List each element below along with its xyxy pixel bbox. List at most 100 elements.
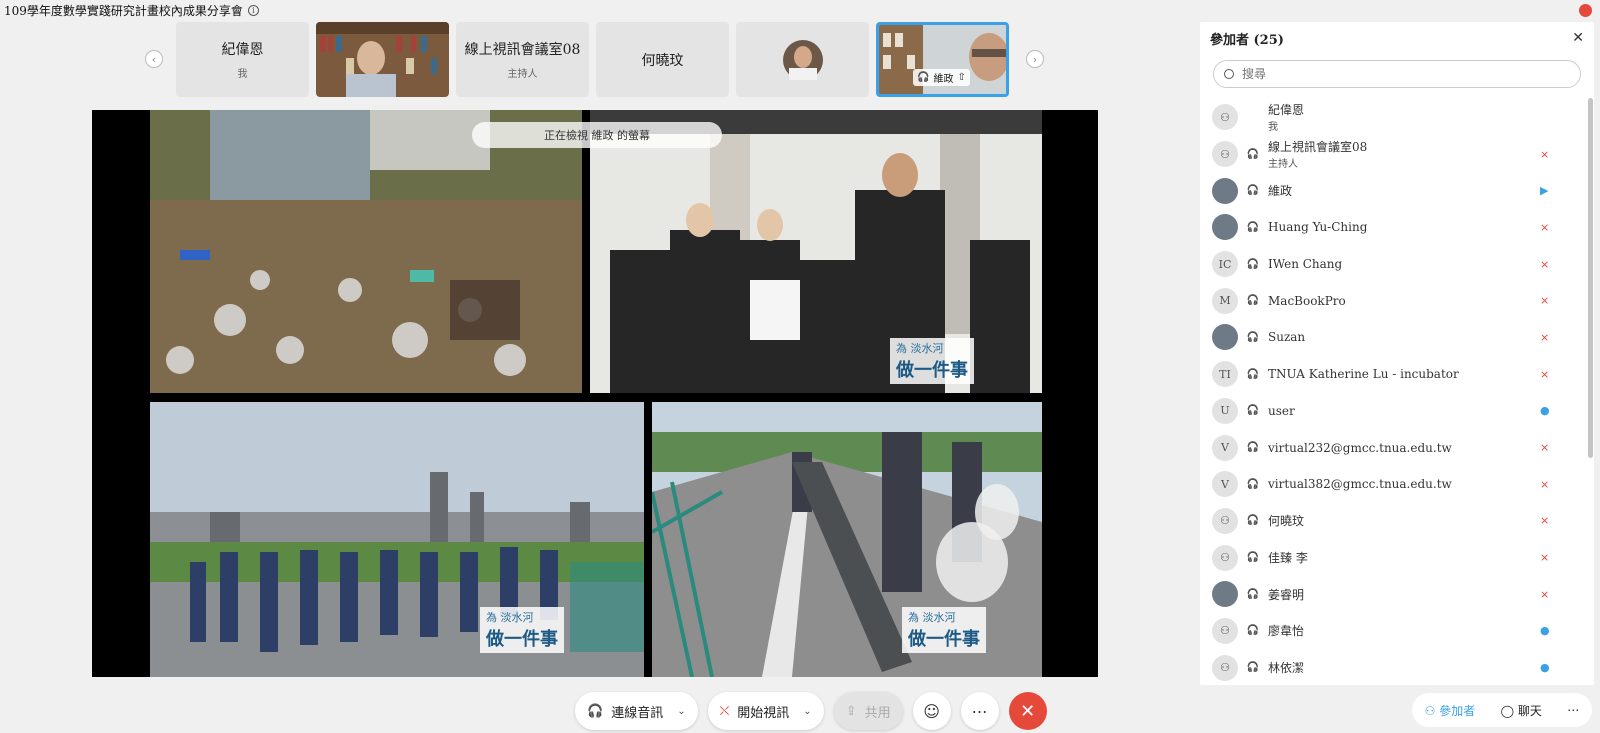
participant-role: 主持人 xyxy=(1268,159,1298,171)
mic-muted-icon[interactable]: ⨯ xyxy=(1540,331,1549,344)
participant-row[interactable]: IC 🎧 IWen Chang ⨯ xyxy=(1200,246,1585,283)
mic-muted-icon[interactable]: ⨯ xyxy=(1540,478,1549,491)
participant-name: 佳臻 李 xyxy=(1268,551,1308,566)
participants-tab-label: 參加者 xyxy=(1439,703,1476,718)
mic-icon[interactable]: ● xyxy=(1540,661,1550,674)
mic-icon[interactable]: ● xyxy=(1540,404,1550,417)
participant-row[interactable]: 🎧 Huang Yu-Ching ⨯ xyxy=(1200,209,1585,246)
meeting-title-bar: 109學年度數學實踐研究計畫校內成果分享會 i xyxy=(0,0,1190,20)
mic-muted-icon[interactable]: ⨯ xyxy=(1540,258,1549,271)
participants-tab[interactable]: ⚇ 參加者 xyxy=(1425,702,1476,719)
avatar: U xyxy=(1212,397,1238,424)
start-video-button[interactable]: ⛌ 開始視訊 ⌄ xyxy=(707,692,824,730)
participants-scrollbar[interactable] xyxy=(1588,98,1593,458)
avatar xyxy=(782,39,823,80)
thumbnails-next-icon[interactable]: › xyxy=(1026,50,1044,68)
thumbnail-name: 何曉玟 xyxy=(641,52,684,69)
chat-bubble-icon: ◯ xyxy=(1500,703,1515,718)
viewing-screen-banner[interactable]: 正在檢視 維政 的螢幕 xyxy=(472,122,722,148)
thumbnail-role: 我 xyxy=(237,69,248,80)
participant-row[interactable]: ⚇ 🎧 佳臻 李 ⨯ xyxy=(1200,539,1585,576)
avatar: TI xyxy=(1212,361,1238,388)
mic-muted-icon[interactable]: ⨯ xyxy=(1540,294,1549,307)
headset-icon: 🎧 xyxy=(1246,148,1260,160)
participant-row[interactable]: 🎧 姜睿明 ⨯ xyxy=(1200,576,1585,613)
participants-search[interactable] xyxy=(1213,60,1581,88)
avatar xyxy=(1212,214,1238,241)
more-dots-icon[interactable]: ⋯ xyxy=(1567,703,1579,717)
connect-audio-button[interactable]: 🎧 連線音訊 ⌄ xyxy=(575,692,698,730)
participant-names: 廖韋怡 xyxy=(1268,622,1304,639)
thumbnail-participant[interactable]: 何曉玟 xyxy=(596,22,729,97)
participant-row[interactable]: U 🎧 user ● xyxy=(1200,393,1585,430)
reactions-button[interactable]: ☺ xyxy=(912,692,951,730)
participant-names: MacBookPro xyxy=(1268,294,1346,308)
participant-names: 林依潔 xyxy=(1268,659,1304,676)
participant-name: TNUA Katherine Lu - incubator xyxy=(1268,367,1459,382)
participant-name: virtual382@gmcc.tnua.edu.tw xyxy=(1268,477,1452,492)
participant-name: user xyxy=(1268,403,1295,418)
participant-names: Suzan xyxy=(1268,330,1305,344)
mic-muted-icon[interactable]: ⨯ xyxy=(1540,551,1549,564)
thumbnail-avatar[interactable] xyxy=(736,22,869,97)
participants-panel: 參加者 (25) ✕ ⚇ 紀偉恩我 ⚇ 🎧 線上視訊會議室08 主持人 ⨯ 🎧 維政 ▶ 🎧 Huan… xyxy=(1200,22,1594,685)
participant-row[interactable]: ⚇ 🎧 何曉玟 ⨯ xyxy=(1200,503,1585,540)
participants-list: ⚇ 紀偉恩我 ⚇ 🎧 線上視訊會議室08 主持人 ⨯ 🎧 維政 ▶ 🎧 Huang Yu-Ching ⨯… xyxy=(1200,99,1585,685)
participant-row[interactable]: TI 🎧 TNUA Katherine Lu - incubator ⨯ xyxy=(1200,356,1585,393)
participant-names: user xyxy=(1268,404,1295,418)
more-options-button[interactable]: ⋯ xyxy=(960,692,999,730)
thumbnail-host[interactable]: 線上視訊會議室08 主持人 xyxy=(456,22,589,97)
participant-row[interactable]: ⚇ 🎧 廖韋怡 ● xyxy=(1200,613,1585,650)
participant-row[interactable]: ⚇ 🎧 線上視訊會議室08 主持人 ⨯ xyxy=(1200,136,1585,173)
mic-icon[interactable]: ● xyxy=(1540,624,1550,637)
participant-name: IWen Chang xyxy=(1268,257,1343,272)
caption-line-2: 做一件事 xyxy=(486,629,558,650)
mic-muted-icon[interactable]: ⨯ xyxy=(1540,514,1549,527)
mic-muted-icon[interactable]: ⨯ xyxy=(1540,221,1549,234)
participant-names: Huang Yu-Ching xyxy=(1268,220,1367,234)
mic-muted-icon[interactable]: ⨯ xyxy=(1540,441,1549,454)
chat-tab[interactable]: ◯ 聊天 xyxy=(1501,702,1542,719)
participant-name: 廖韋怡 xyxy=(1268,624,1305,639)
participant-row[interactable]: ⚇ 紀偉恩我 xyxy=(1200,99,1585,136)
caption-line-1: 為 淡水河 xyxy=(896,342,944,355)
participant-names: 佳臻 李 xyxy=(1268,549,1308,566)
close-icon[interactable]: ✕ xyxy=(1572,30,1584,46)
participant-name: 林依潔 xyxy=(1268,661,1305,676)
info-icon[interactable]: i xyxy=(247,4,259,16)
headset-icon: 🎧 xyxy=(917,72,930,83)
thumbnails-prev-icon[interactable]: ‹ xyxy=(145,50,163,68)
participant-row[interactable]: 🎧 Suzan ⨯ xyxy=(1200,319,1585,356)
person-icon: ⚇ xyxy=(1212,654,1238,681)
shared-photo-caption: 為 淡水河 做一件事 xyxy=(480,607,564,653)
chevron-down-icon[interactable]: ⌄ xyxy=(803,706,811,717)
thumbnail-self[interactable]: 紀偉恩 我 xyxy=(176,22,309,97)
thumbnail-active-speaker[interactable]: 🎧 維政 ⇧ xyxy=(876,22,1009,97)
participant-row[interactable]: V 🎧 virtual232@gmcc.tnua.edu.tw ⨯ xyxy=(1200,429,1585,466)
share-button[interactable]: ⇪ 共用 xyxy=(833,692,903,730)
participant-name: virtual232@gmcc.tnua.edu.tw xyxy=(1268,440,1452,455)
caption-line-2: 做一件事 xyxy=(896,360,968,381)
participant-row[interactable]: ⚇ 🎧 林依潔 ● xyxy=(1200,649,1585,685)
participant-names: IWen Chang xyxy=(1268,257,1342,271)
mic-muted-icon[interactable]: ⨯ xyxy=(1540,148,1549,161)
person-icon: ⚇ xyxy=(1212,617,1238,644)
participant-row[interactable]: M 🎧 MacBookPro ⨯ xyxy=(1200,282,1585,319)
share-screen-icon: ⇧ xyxy=(957,72,966,83)
search-icon xyxy=(1224,69,1234,79)
mic-muted-icon[interactable]: ⨯ xyxy=(1540,588,1549,601)
thumbnail-name: 維政 xyxy=(933,74,954,85)
participant-names: 維政 xyxy=(1268,182,1292,199)
thumbnail-video[interactable] xyxy=(316,22,449,97)
leave-meeting-button[interactable]: ✕ xyxy=(1008,692,1047,730)
mic-muted-icon[interactable]: ⨯ xyxy=(1540,368,1549,381)
avatar xyxy=(1212,177,1238,204)
search-input[interactable] xyxy=(1242,67,1562,81)
participant-row[interactable]: 🎧 維政 ▶ xyxy=(1200,172,1585,209)
participants-panel-title: 參加者 (25) xyxy=(1210,32,1284,48)
recording-indicator-icon[interactable] xyxy=(1579,4,1592,17)
chevron-down-icon[interactable]: ⌄ xyxy=(677,706,685,717)
participant-row[interactable]: V 🎧 virtual382@gmcc.tnua.edu.tw ⨯ xyxy=(1200,466,1585,503)
video-icon[interactable]: ▶ xyxy=(1540,184,1548,197)
headset-icon: 🎧 xyxy=(1246,588,1260,600)
